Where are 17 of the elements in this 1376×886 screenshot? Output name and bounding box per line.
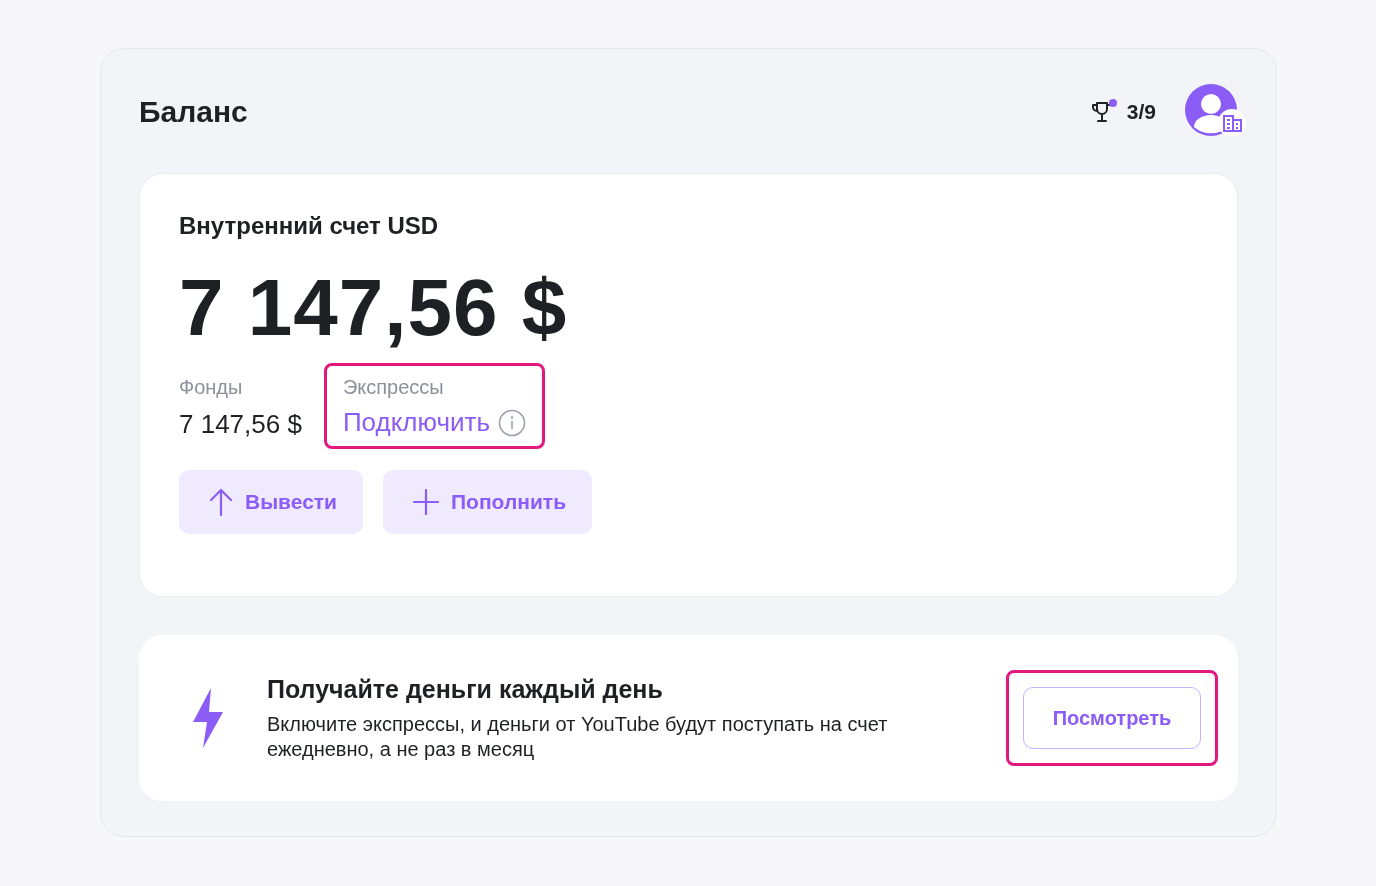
total-balance: 7 147,56 $ [179,268,569,348]
promo-description: Включите экспрессы, и деньги от YouTube будут поступать на счет ежедневно, а не раз в месяц [267,711,889,762]
express-label: Экспрессы [342,376,445,399]
arrow-up-icon [209,487,233,517]
connect-link[interactable]: Подключить [342,407,490,438]
info-icon[interactable] [497,408,526,437]
page-title: Баланс [139,95,248,129]
account-title: Внутренний счет USD [179,212,440,240]
view-button[interactable]: Посмотреть [1023,687,1201,749]
achievements-button[interactable]: 3/9 [1088,97,1156,127]
deposit-button[interactable]: Пополнить [383,470,593,534]
funds-value: 7 147,56 $ [179,409,302,440]
funds-label: Фонды [179,376,244,399]
promo-title: Получайте деньги каждый день [267,674,664,704]
plus-icon [413,489,439,515]
lightning-icon [191,688,225,748]
withdraw-button[interactable]: Вывести [179,470,363,534]
